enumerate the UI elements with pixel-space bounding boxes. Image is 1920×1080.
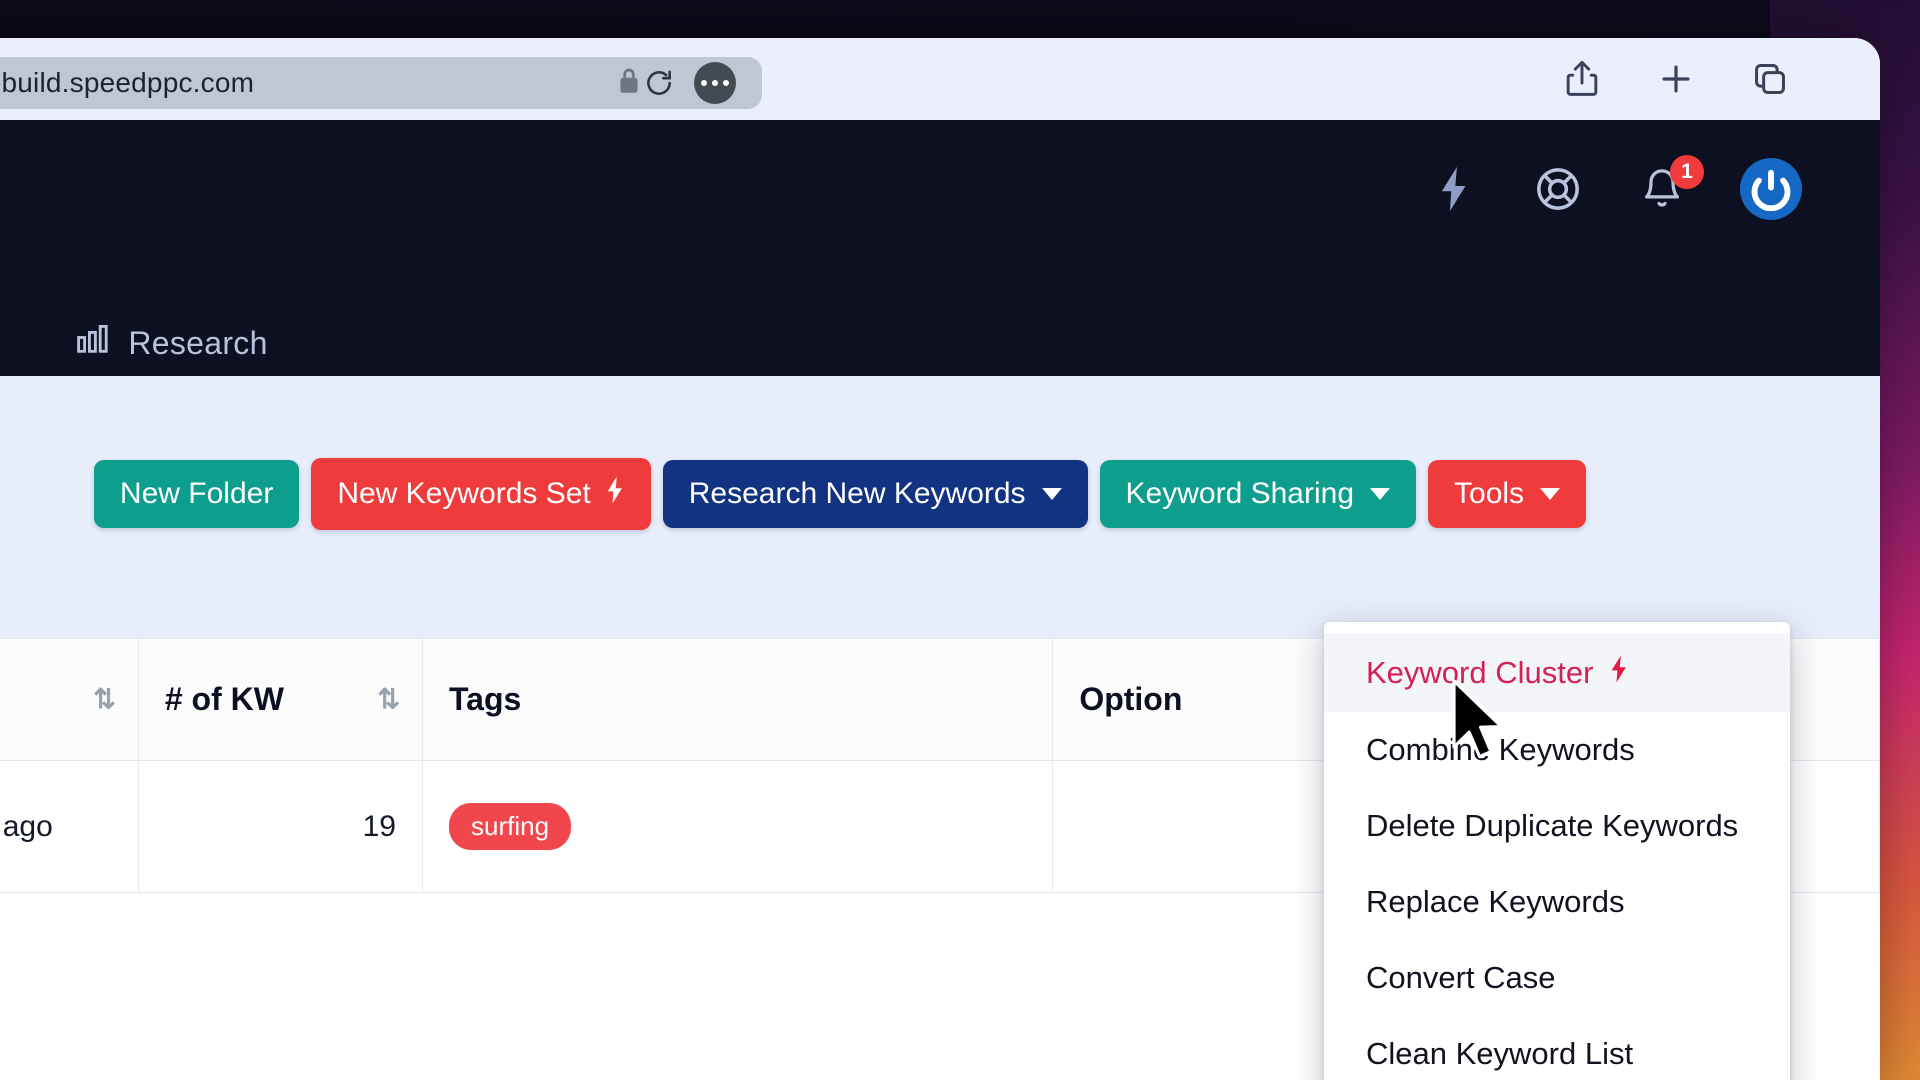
desktop-backdrop: ing-build.speedppc.com <box>0 0 1920 1080</box>
notification-badge: 1 <box>1670 155 1704 189</box>
menu-item-label: Replace Keywords <box>1366 884 1625 919</box>
chevron-down-icon <box>1370 488 1391 500</box>
notifications-bell-icon[interactable]: 1 <box>1636 155 1704 215</box>
browser-toolbar: ing-build.speedppc.com <box>0 38 1880 120</box>
chevron-down-icon <box>1540 488 1561 500</box>
url-text: ing-build.speedppc.com <box>0 67 255 98</box>
table-col-label: # of KW <box>164 681 284 717</box>
lightning-bolt-icon[interactable] <box>1428 163 1480 215</box>
sort-updown-icon[interactable]: ⇅ <box>377 684 400 715</box>
menu-item-convert-case[interactable]: Convert Case <box>1324 940 1790 1016</box>
table-col-tags: Tags <box>422 638 1054 761</box>
bar-chart-icon <box>76 324 110 362</box>
menu-item-delete-duplicate-keywords[interactable]: Delete Duplicate Keywords <box>1324 788 1790 864</box>
address-bar-actions <box>642 62 740 104</box>
menu-item-replace-keywords[interactable]: Replace Keywords <box>1324 864 1790 940</box>
nav-item-label: Research <box>128 324 268 361</box>
button-label: Tools <box>1454 477 1525 510</box>
browser-window: ing-build.speedppc.com <box>0 38 1880 1080</box>
new-folder-button[interactable]: New Folder <box>93 460 300 528</box>
research-new-keywords-button[interactable]: Research New Keywords <box>662 460 1088 528</box>
menu-item-label: Clean Keyword List <box>1366 1036 1634 1071</box>
sort-updown-icon[interactable]: ⇅ <box>93 684 116 715</box>
menu-item-label: Keyword Cluster <box>1366 655 1594 690</box>
cell-kw-count: 19 <box>138 760 423 893</box>
lock-icon <box>616 66 642 101</box>
chevron-down-icon <box>1041 488 1062 500</box>
new-keywords-set-button[interactable]: New Keywords Set <box>311 458 651 530</box>
menu-item-keyword-cluster[interactable]: Keyword Cluster <box>1324 634 1790 712</box>
browser-toolbar-right <box>1560 38 1792 120</box>
lightning-bolt-icon <box>605 475 625 513</box>
tools-button[interactable]: Tools <box>1428 460 1587 528</box>
keyword-sharing-button[interactable]: Keyword Sharing <box>1099 460 1417 528</box>
cell-tags: surfing <box>422 760 1054 893</box>
button-label: Research New Keywords <box>688 477 1026 510</box>
button-label: New Keywords Set <box>337 477 591 510</box>
share-icon[interactable] <box>1560 57 1604 101</box>
reload-icon[interactable] <box>642 66 676 100</box>
table-col-kw-count[interactable]: # of KW ⇅ <box>138 638 423 761</box>
user-avatar[interactable] <box>1740 158 1802 220</box>
lightning-bolt-icon <box>1609 654 1629 692</box>
table-col-label: Option <box>1079 681 1183 717</box>
tag-badge[interactable]: surfing <box>448 803 572 850</box>
more-options-icon[interactable] <box>694 62 736 104</box>
button-label: New Folder <box>119 477 274 510</box>
cell-date: 9 days ago <box>0 760 139 893</box>
app-header-icons: 1 <box>1428 155 1802 220</box>
action-button-bar: New Folder New Keywords Set Research New… <box>0 458 1880 530</box>
menu-item-label: Combine Keywords <box>1366 732 1635 767</box>
app-header: 1 nnel Maps <box>0 120 1880 376</box>
address-bar[interactable]: ing-build.speedppc.com <box>0 57 762 109</box>
menu-item-clean-keyword-list[interactable]: Clean Keyword List <box>1324 1016 1790 1080</box>
tabs-icon[interactable] <box>1748 57 1792 101</box>
menu-item-label: Delete Duplicate Keywords <box>1366 808 1739 843</box>
table-col-label: Tags <box>448 681 522 717</box>
new-tab-plus-icon[interactable] <box>1654 57 1698 101</box>
tools-dropdown-menu: Keyword Cluster Combine Keywords Delete … <box>1324 622 1790 1080</box>
table-col-date[interactable]: ate ⇅ <box>0 638 139 761</box>
app-nav: nnel Maps Research <box>0 324 268 362</box>
menu-item-label: Convert Case <box>1366 960 1556 995</box>
menu-item-combine-keywords[interactable]: Combine Keywords <box>1324 712 1790 788</box>
nav-item-research[interactable]: Research <box>76 324 267 362</box>
button-label: Keyword Sharing <box>1125 477 1355 510</box>
lifebuoy-help-icon[interactable] <box>1532 163 1584 215</box>
app-header-top-row: 1 <box>0 120 1880 286</box>
